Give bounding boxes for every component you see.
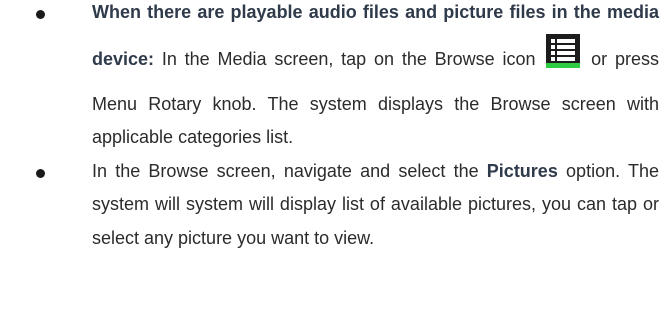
browse-icon-label: Browse icon xyxy=(434,48,536,69)
list-item: In the Browse screen, navigate and selec… xyxy=(0,155,667,256)
list-item: When there are playable audio files and … xyxy=(0,0,667,155)
browse-list-icon xyxy=(546,33,581,68)
bullet-1-text: When there are playable audio files and … xyxy=(92,2,659,147)
browse-list-icon-graphic xyxy=(546,33,581,68)
bullet-2-text-a: In the Browse screen, navigate and selec… xyxy=(92,160,487,181)
bullet-1-text-a: In the Media screen, tap on the xyxy=(154,48,435,69)
bullet-dot xyxy=(36,168,45,178)
bullet-list: When there are playable audio files and … xyxy=(0,0,667,255)
bullet-2-text: In the Browse screen, navigate and selec… xyxy=(92,161,659,248)
pictures-option-text: Pictures xyxy=(486,160,558,181)
bullet-dot xyxy=(36,10,45,19)
document-page: When there are playable audio files and … xyxy=(0,0,667,331)
bullet-1-browse-line: Browse icon xyxy=(434,33,584,69)
